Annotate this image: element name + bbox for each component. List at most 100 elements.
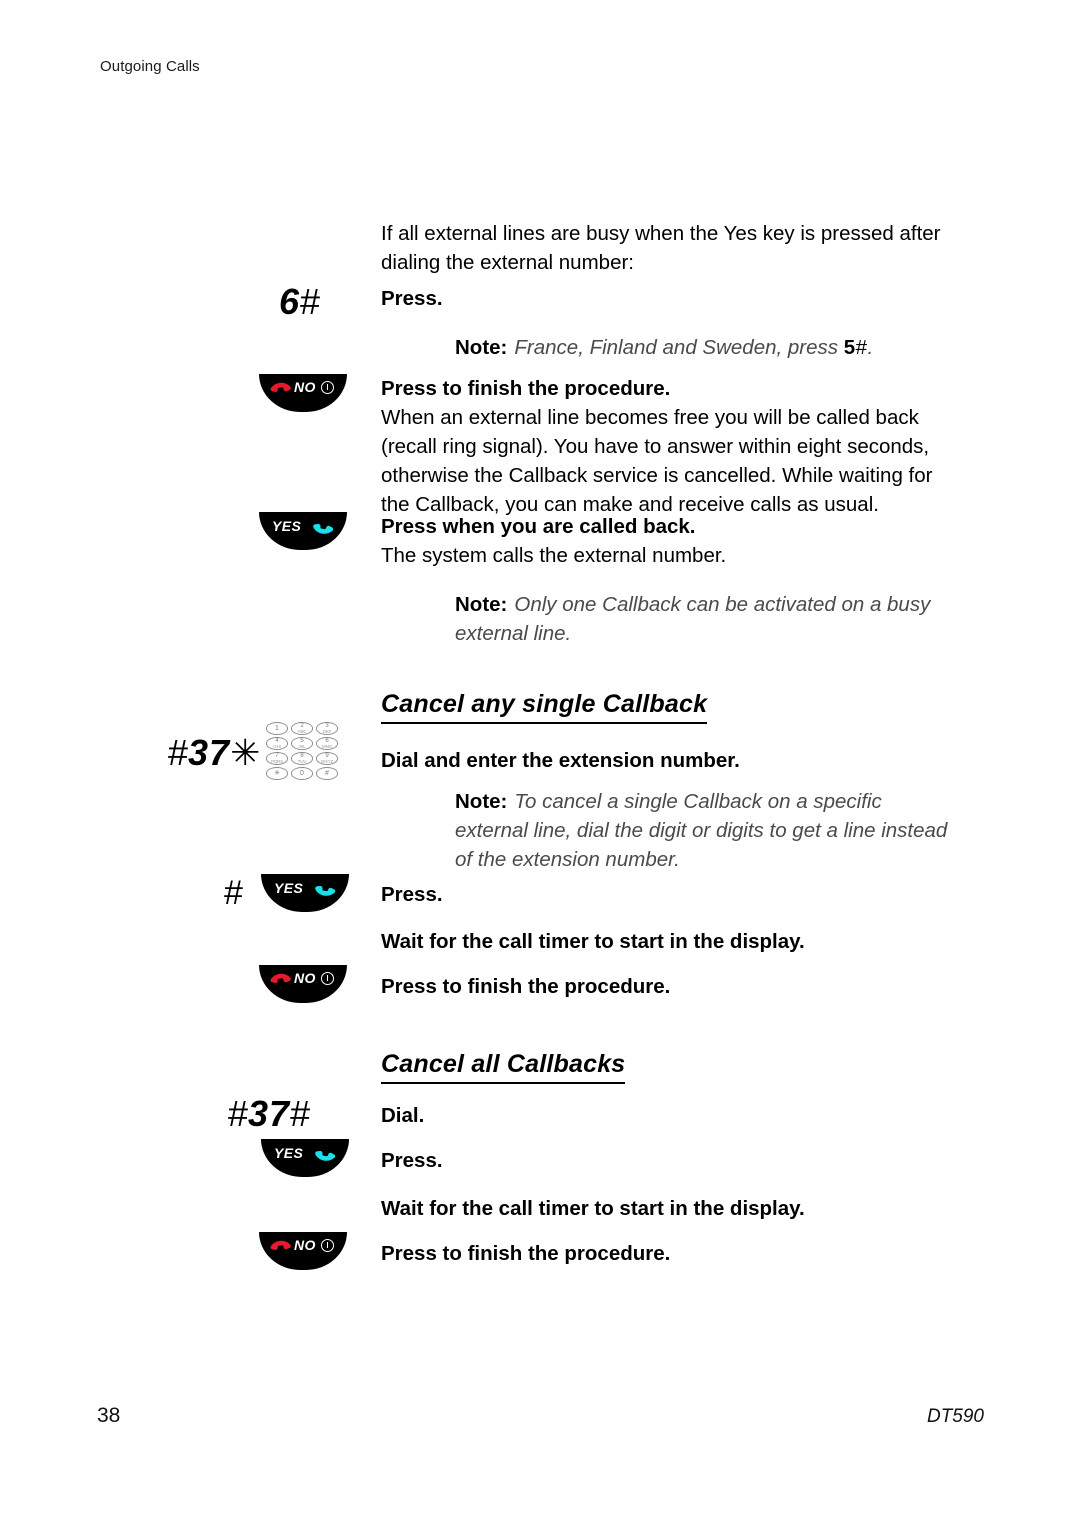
keypad-key-letters: PQRS — [271, 758, 283, 764]
keypad-key: 9 WXYZ — [316, 752, 338, 765]
no-key-label: NO — [294, 1237, 316, 1253]
no-key-button[interactable]: NO — [259, 374, 347, 412]
step-instruction: Dial. — [381, 1104, 425, 1127]
no-key-button[interactable]: NO — [259, 965, 347, 1003]
step-body: Press. — [381, 874, 951, 909]
step-instruction: Press. — [381, 883, 443, 906]
step-instruction: Press. — [381, 1149, 443, 1172]
handset-up-icon — [313, 1145, 341, 1172]
handset-down-icon — [267, 1236, 293, 1261]
note-suffix: . — [867, 336, 874, 359]
keypad-key-number: # — [325, 769, 329, 777]
step-body: Press to finish the procedure. — [381, 1232, 951, 1268]
dialcode-symbol: # — [224, 874, 243, 912]
dialcode-6-hash: 6# — [279, 284, 320, 320]
step-instruction: Press to finish the procedure. — [381, 377, 671, 400]
keypad-key: ✳ — [266, 767, 288, 780]
step-instruction: Wait for the call timer to start in the … — [381, 930, 805, 953]
keypad-key: 1 — [266, 722, 288, 735]
power-icon — [321, 1239, 334, 1252]
note-text: To cancel a single Callback on a specifi… — [455, 790, 948, 871]
note-body: Note: Only one Callback can be activated … — [381, 590, 951, 648]
note-paragraph: Note: Only one Callback can be activated … — [381, 590, 951, 648]
note-text: Only one Callback can be activated on a … — [455, 593, 931, 645]
keypad-key: 3 DEF — [316, 722, 338, 735]
keypad-key-letters: GHI — [273, 743, 281, 749]
step-instruction: Press to finish the procedure. — [381, 1242, 671, 1265]
step-body: Wait for the call timer to start in the … — [381, 1194, 951, 1223]
keypad-key-number: ✳ — [274, 769, 280, 777]
step-instruction: Dial and enter the extension number. — [381, 749, 740, 772]
step-body: Dial. — [381, 1096, 951, 1130]
note-code-symbol: # — [855, 336, 868, 359]
keypad-key-letters: TUV — [297, 758, 307, 764]
step-body-text: The system calls the external number. — [381, 544, 727, 567]
keypad-key: # — [316, 767, 338, 780]
dialcode-digits: 37 — [248, 1093, 291, 1134]
section-heading-body: Cancel any single Callback — [381, 690, 951, 724]
note-label: Note: — [455, 790, 508, 813]
step-body: Press. — [381, 284, 951, 313]
dialcode-hash: # — [224, 876, 243, 910]
keypad-key-letters: MNO — [322, 743, 332, 749]
no-key-label: NO — [294, 379, 316, 395]
step-body: Press to finish the procedure. When an e… — [381, 374, 951, 519]
keypad-key-number: 1 — [275, 724, 279, 732]
yes-key-button[interactable]: YES — [261, 1139, 349, 1177]
power-icon — [321, 381, 334, 394]
note-body: Note: France, Finland and Sweden, press 5… — [381, 333, 951, 362]
dialcode-digits: 37 — [188, 732, 231, 773]
dialcode-suffix-symbol: ✳ — [230, 732, 261, 773]
keypad-key: 8 TUV — [291, 752, 313, 765]
keypad-key: 5 JKL — [291, 737, 313, 750]
keypad-key: 2 ABC — [291, 722, 313, 735]
yes-key-label: YES — [272, 518, 302, 534]
step-instruction: Wait for the call timer to start in the … — [381, 1197, 805, 1220]
dialcode-digits: 6 — [279, 281, 301, 322]
keypad-key: 4 GHI — [266, 737, 288, 750]
keypad-key-letters: ABC — [297, 728, 307, 734]
handset-up-icon — [313, 880, 341, 907]
dialcode-suffix-symbol: # — [290, 1093, 311, 1134]
keypad-key: 6 MNO — [316, 737, 338, 750]
handset-down-icon — [267, 378, 293, 403]
step-instruction: Press. — [381, 287, 443, 310]
step-body: Dial and enter the extension number. — [381, 735, 951, 775]
note-paragraph: Note: To cancel a single Callback on a sp… — [381, 787, 951, 874]
dialcode-prefix-symbol: # — [168, 732, 189, 773]
keypad-key-letters: JKL — [298, 743, 306, 749]
step-body: Press when you are called back. The syst… — [381, 512, 951, 570]
intro-text: If all external lines are busy when the … — [381, 222, 941, 274]
step-body: Wait for the call timer to start in the … — [381, 927, 951, 956]
note-label: Note: — [455, 336, 508, 359]
yes-key-label: YES — [274, 880, 304, 896]
note-code-digits: 5 — [843, 336, 856, 359]
keypad-key: 7 PQRS — [266, 752, 288, 765]
step-instruction: Press to finish the procedure. — [381, 975, 671, 998]
dialcode-hash-37-hash: #37# — [228, 1096, 310, 1132]
step-body-text: When an external line becomes free you w… — [381, 406, 933, 516]
note-text: France, Finland and Sweden, press — [514, 336, 844, 359]
yes-key-label: YES — [274, 1145, 304, 1161]
handset-up-icon — [311, 518, 339, 545]
keypad-icon: 1 2 ABC 3 DEF 4 GHI 5 JKL 6 MNO 7 PQRS 8 TUV 9 WXYZ ✳ 0 # — [266, 722, 340, 781]
section-heading-body: Cancel all Callbacks — [381, 1050, 951, 1084]
note-paragraph: Note: France, Finland and Sweden, press 5… — [381, 333, 951, 362]
running-head: Outgoing Calls — [100, 58, 200, 75]
dialcode-prefix-symbol: # — [228, 1093, 249, 1134]
step-instruction: Press when you are called back. — [381, 515, 696, 538]
section-heading-cancel-all: Cancel all Callbacks — [381, 1050, 626, 1084]
footer-page-number: 38 — [97, 1404, 121, 1427]
step-body: Press to finish the procedure. — [381, 965, 951, 1001]
power-icon — [321, 972, 334, 985]
yes-key-button[interactable]: YES — [261, 874, 349, 912]
keypad-key-letters: WXYZ — [320, 758, 334, 764]
note-label: Note: — [455, 593, 508, 616]
section-heading-cancel-single: Cancel any single Callback — [381, 690, 708, 724]
yes-key-button[interactable]: YES — [259, 512, 347, 550]
no-key-button[interactable]: NO — [259, 1232, 347, 1270]
keypad-key: 0 — [291, 767, 313, 780]
note-body: Note: To cancel a single Callback on a sp… — [381, 787, 951, 874]
dialcode-hash-37-star: #37✳ — [168, 735, 260, 771]
keypad-key-letters: DEF — [322, 728, 332, 734]
